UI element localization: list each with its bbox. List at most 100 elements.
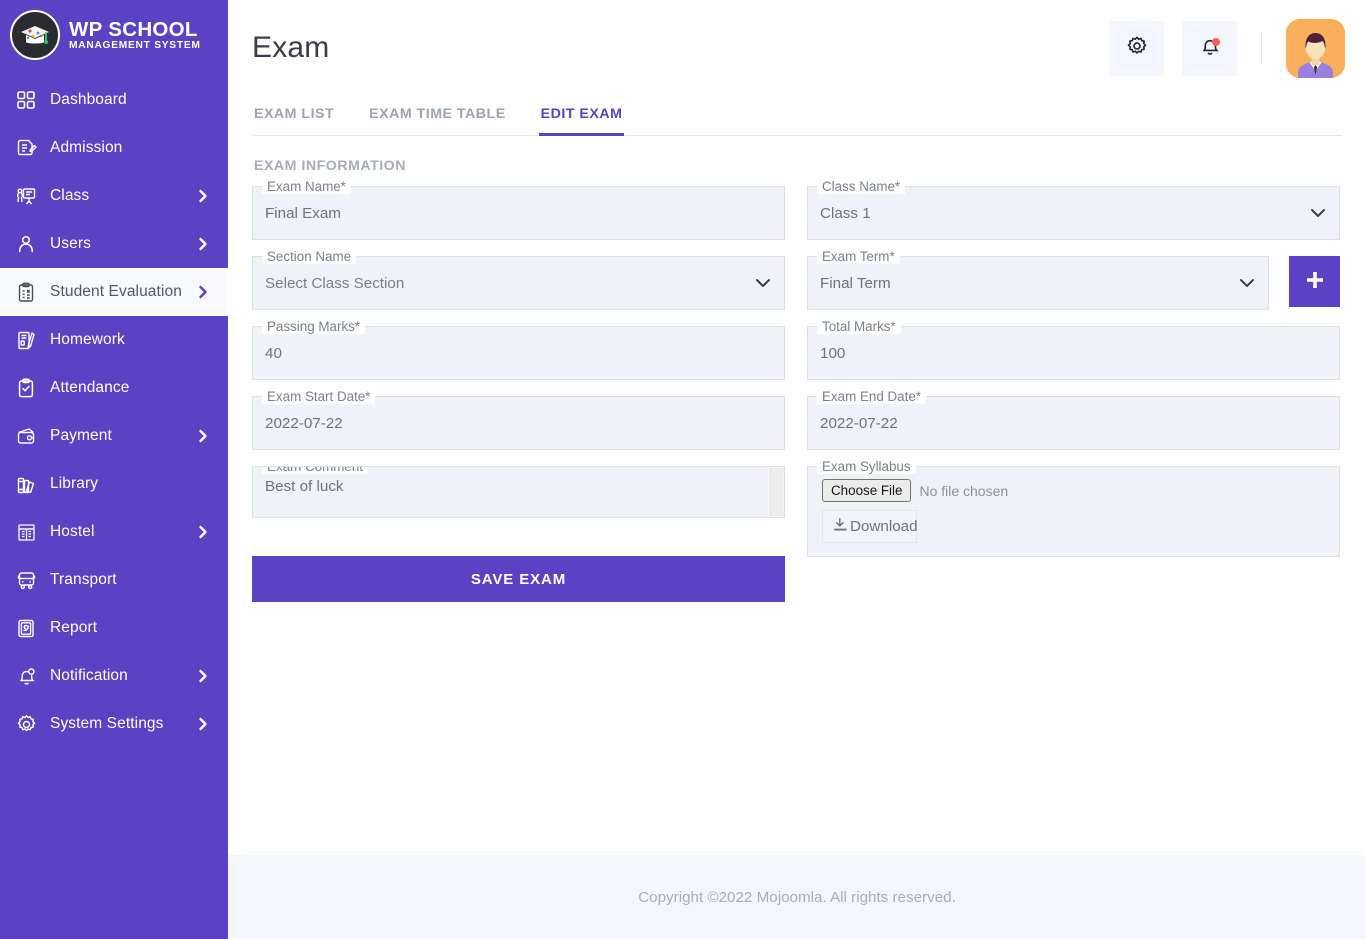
sidebar-item-label: Homework xyxy=(50,331,125,348)
section-name-select[interactable]: Select Class Section xyxy=(265,275,754,292)
sidebar-item-student-evaluation[interactable]: Student Evaluation xyxy=(0,268,228,316)
exam-term-label: Exam Term* xyxy=(817,249,900,264)
sidebar-item-label: Admission xyxy=(50,139,123,156)
exam-comment-textarea[interactable]: Best of luck xyxy=(265,478,344,495)
class-name-select[interactable]: Class 1 xyxy=(820,205,1309,222)
sidebar-item-hostel[interactable]: Hostel xyxy=(0,508,228,556)
tab-edit-exam[interactable]: EDIT EXAM xyxy=(538,96,625,136)
section-name-field[interactable]: Section Name Select Class Section xyxy=(252,249,785,310)
exam-form: Exam Name* Final Exam Section Name Selec… xyxy=(252,179,1342,602)
total-marks-field[interactable]: Total Marks* 100 xyxy=(807,319,1340,380)
sidebar-item-dashboard[interactable]: Dashboard xyxy=(0,76,228,124)
avatar[interactable] xyxy=(1286,18,1345,78)
sidebar-item-payment[interactable]: Payment xyxy=(0,412,228,460)
choose-file-button[interactable]: Choose File xyxy=(822,479,912,502)
exam-end-date-label: Exam End Date* xyxy=(817,389,926,404)
exam-name-input[interactable]: Final Exam xyxy=(265,205,772,222)
content-area: EXAM LIST EXAM TIME TABLE EDIT EXAM EXAM… xyxy=(228,96,1366,855)
class-name-field[interactable]: Class Name* Class 1 xyxy=(807,179,1340,240)
form-right-column: Class Name* Class 1 Exam Term* Final Ter… xyxy=(807,179,1340,573)
sidebar-nav: Dashboard Admission Class Users Student … xyxy=(0,72,228,748)
exam-start-date-label: Exam Start Date* xyxy=(262,389,376,404)
sidebar-item-label: Class xyxy=(50,187,90,204)
brand[interactable]: WP SCHOOL MANAGEMENT SYSTEM xyxy=(0,0,228,72)
exam-start-date-field[interactable]: Exam Start Date* 2022-07-22 xyxy=(252,389,785,450)
exam-comment-field[interactable]: Exam Comment Best of luck xyxy=(252,466,785,518)
books-icon xyxy=(12,471,40,497)
download-syllabus-button[interactable]: Download xyxy=(822,510,918,543)
topbar: Exam xyxy=(228,0,1366,96)
chevron-down-icon xyxy=(1238,274,1256,292)
chevron-right-icon xyxy=(196,669,210,683)
app-root: WP SCHOOL MANAGEMENT SYSTEM Dashboard Ad… xyxy=(0,0,1366,939)
exam-syllabus-field: Exam Syllabus Choose File No file chosen xyxy=(807,459,1340,557)
topbar-divider xyxy=(1261,31,1262,65)
sidebar-item-library[interactable]: Library xyxy=(0,460,228,508)
tab-exam-list[interactable]: EXAM LIST xyxy=(252,96,336,135)
passing-marks-field[interactable]: Passing Marks* 40 xyxy=(252,319,785,380)
sidebar-item-label: Notification xyxy=(50,667,128,684)
add-exam-term-button[interactable] xyxy=(1289,256,1340,307)
page-title: Exam xyxy=(252,31,330,64)
main-area: Exam EXAM LIST EXAM TIME TABLE EDIT EXAM… xyxy=(228,0,1366,939)
gear-icon xyxy=(12,711,40,737)
gear-icon xyxy=(1126,35,1148,62)
sidebar-item-report[interactable]: Report xyxy=(0,604,228,652)
sidebar-item-homework[interactable]: Homework xyxy=(0,316,228,364)
sidebar-item-system-settings[interactable]: System Settings xyxy=(0,700,228,748)
brand-text: WP SCHOOL MANAGEMENT SYSTEM xyxy=(69,18,201,52)
save-exam-button[interactable]: SAVE EXAM xyxy=(252,556,785,602)
clipboard-tick-icon xyxy=(12,375,40,401)
brand-subtitle: MANAGEMENT SYSTEM xyxy=(69,40,201,52)
exam-syllabus-label: Exam Syllabus xyxy=(817,459,916,474)
exam-end-date-input[interactable]: 2022-07-22 xyxy=(820,415,1327,432)
file-status-text: No file chosen xyxy=(919,482,1009,499)
textarea-scrollbar[interactable] xyxy=(770,468,783,516)
chevron-right-icon xyxy=(196,525,210,539)
sidebar-item-admission[interactable]: Admission xyxy=(0,124,228,172)
sidebar-item-label: Dashboard xyxy=(50,91,127,108)
chevron-right-icon xyxy=(196,429,210,443)
settings-button[interactable] xyxy=(1109,20,1164,76)
chevron-down-icon xyxy=(1309,204,1327,222)
bell-icon xyxy=(12,663,40,689)
file-input-row: Choose File No file chosen xyxy=(822,479,1327,502)
sidebar-item-label: Student Evaluation xyxy=(50,283,182,300)
tab-exam-time-table[interactable]: EXAM TIME TABLE xyxy=(367,96,508,135)
total-marks-input[interactable]: 100 xyxy=(820,345,1327,362)
graduation-cap-logo xyxy=(10,10,60,60)
plus-icon xyxy=(1304,269,1326,294)
hostel-icon xyxy=(12,519,40,545)
notification-button[interactable] xyxy=(1182,20,1237,76)
exam-term-row: Exam Term* Final Term xyxy=(807,249,1340,326)
exam-name-field[interactable]: Exam Name* Final Exam xyxy=(252,179,785,240)
sidebar-item-label: Payment xyxy=(50,427,112,444)
sidebar-item-label: Hostel xyxy=(50,523,95,540)
sidebar-item-attendance[interactable]: Attendance xyxy=(0,364,228,412)
homework-icon xyxy=(12,327,40,353)
form-left-column: Exam Name* Final Exam Section Name Selec… xyxy=(252,179,785,602)
sidebar-item-transport[interactable]: Transport xyxy=(0,556,228,604)
exam-end-date-field[interactable]: Exam End Date* 2022-07-22 xyxy=(807,389,1340,450)
passing-marks-label: Passing Marks* xyxy=(262,319,366,334)
exam-start-date-input[interactable]: 2022-07-22 xyxy=(265,415,772,432)
exam-term-select[interactable]: Final Term xyxy=(820,275,1238,292)
sidebar-item-label: Attendance xyxy=(50,379,130,396)
notification-dot xyxy=(1212,37,1220,46)
class-name-label: Class Name* xyxy=(817,179,906,194)
total-marks-label: Total Marks* xyxy=(817,319,901,334)
exam-term-field[interactable]: Exam Term* Final Term xyxy=(807,249,1269,310)
sidebar-item-class[interactable]: Class xyxy=(0,172,228,220)
section-name-label: Section Name xyxy=(262,249,357,264)
wallet-icon xyxy=(12,423,40,449)
chevron-right-icon xyxy=(196,717,210,731)
sidebar-item-label: System Settings xyxy=(50,715,164,732)
sidebar-item-label: Library xyxy=(50,475,99,492)
download-label: Download xyxy=(850,518,918,535)
sidebar-item-users[interactable]: Users xyxy=(0,220,228,268)
brand-title: WP SCHOOL xyxy=(69,17,198,41)
sidebar-item-notification[interactable]: Notification xyxy=(0,652,228,700)
chevron-right-icon xyxy=(196,237,210,251)
passing-marks-input[interactable]: 40 xyxy=(265,345,772,362)
sidebar: WP SCHOOL MANAGEMENT SYSTEM Dashboard Ad… xyxy=(0,0,228,939)
